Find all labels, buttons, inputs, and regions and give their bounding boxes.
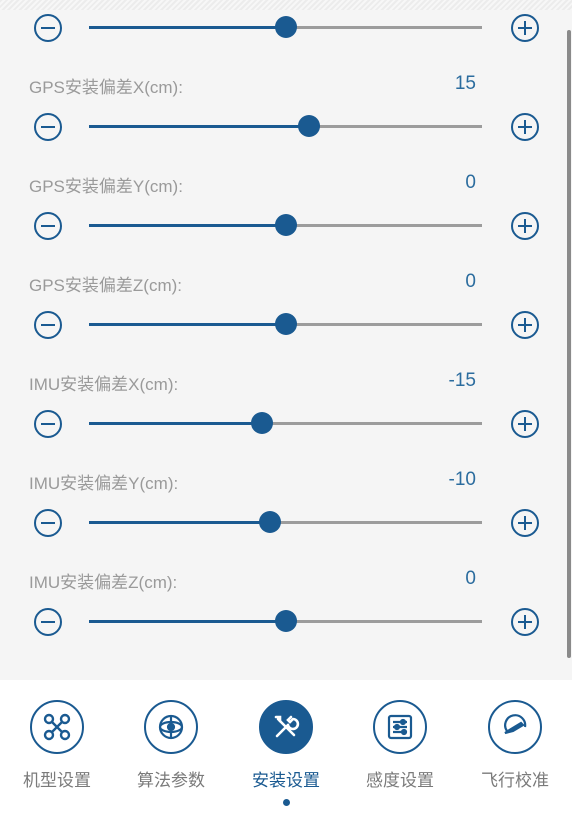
setting-label: IMU安装偏差Y(cm):: [29, 474, 179, 493]
nav-icon-circle: [144, 700, 198, 754]
nav-item-model-settings[interactable]: 机型设置: [7, 700, 107, 791]
nav-item-label: 机型设置: [23, 771, 91, 790]
slider-track[interactable]: [89, 610, 482, 632]
nav-icon-circle: [259, 700, 313, 754]
slider-fill: [89, 26, 286, 29]
setting-label: GPS安装偏差X(cm):: [29, 78, 183, 97]
nav-icon-circle: [373, 700, 427, 754]
decrease-button[interactable]: [34, 113, 62, 141]
slider-thumb[interactable]: [274, 214, 297, 236]
calibration-icon: [504, 714, 527, 735]
nav-item-sensitivity-settings[interactable]: 感度设置: [350, 700, 450, 791]
page-indicator-dot: [283, 799, 290, 806]
slider-track[interactable]: [89, 412, 482, 434]
setting-value: -10: [448, 469, 476, 490]
slider-thumb[interactable]: [298, 115, 321, 137]
slider-fill: [89, 224, 286, 227]
bottom-nav: 机型设置 算法参数 安装设置 感度设置 飞行校准: [0, 680, 572, 825]
slider-thumb[interactable]: [250, 412, 273, 434]
increase-button[interactable]: [511, 608, 539, 636]
sensitivity-icon: [387, 714, 413, 740]
slider-fill: [89, 422, 262, 425]
tools-icon: [274, 715, 300, 738]
nav-item-label: 飞行校准: [481, 771, 549, 790]
slider-fill: [89, 323, 286, 326]
slider-fill: [89, 125, 310, 128]
top-strip: [0, 0, 572, 10]
increase-button[interactable]: [511, 311, 539, 339]
increase-button[interactable]: [511, 410, 539, 438]
slider-fill: [89, 620, 286, 623]
decrease-button[interactable]: [34, 212, 62, 240]
decrease-button[interactable]: [34, 509, 62, 537]
setting-value: 0: [465, 568, 476, 589]
setting-value: 0: [465, 271, 476, 292]
scrollbar[interactable]: [567, 30, 571, 658]
nav-item-algorithm-params[interactable]: 算法参数: [121, 700, 221, 791]
increase-button[interactable]: [511, 509, 539, 537]
decrease-button[interactable]: [34, 311, 62, 339]
nav-icon-circle: [30, 700, 84, 754]
slider-track[interactable]: [89, 313, 482, 335]
algorithm-icon: [158, 714, 184, 740]
slider-track[interactable]: [89, 115, 482, 137]
slider-track[interactable]: [89, 214, 482, 236]
increase-button[interactable]: [511, 212, 539, 240]
setting-label: GPS安装偏差Y(cm):: [29, 177, 183, 196]
setting-label: GPS安装偏差Z(cm):: [29, 276, 182, 295]
setting-value: 0: [465, 172, 476, 193]
nav-item-label: 安装设置: [252, 771, 320, 790]
slider-thumb[interactable]: [258, 511, 281, 533]
decrease-button[interactable]: [34, 608, 62, 636]
slider-fill: [89, 521, 270, 524]
slider-thumb[interactable]: [274, 313, 297, 335]
slider-thumb[interactable]: [274, 610, 297, 632]
increase-button[interactable]: [511, 14, 539, 42]
decrease-button[interactable]: [34, 410, 62, 438]
nav-item-install-settings[interactable]: 安装设置: [236, 700, 336, 791]
nav-item-label: 算法参数: [137, 771, 205, 790]
nav-item-flight-calibration[interactable]: 飞行校准: [465, 700, 565, 791]
nav-item-label: 感度设置: [366, 771, 434, 790]
setting-value: -15: [448, 370, 476, 391]
setting-label: IMU安装偏差X(cm):: [29, 375, 179, 394]
increase-button[interactable]: [511, 113, 539, 141]
drone-icon: [43, 713, 71, 741]
slider-track[interactable]: [89, 16, 482, 38]
setting-value: 15: [454, 73, 476, 94]
slider-track[interactable]: [89, 511, 482, 533]
slider-thumb[interactable]: [274, 16, 297, 38]
nav-icon-circle: [488, 700, 542, 754]
decrease-button[interactable]: [34, 14, 62, 42]
setting-label: IMU安装偏差Z(cm):: [29, 573, 178, 592]
